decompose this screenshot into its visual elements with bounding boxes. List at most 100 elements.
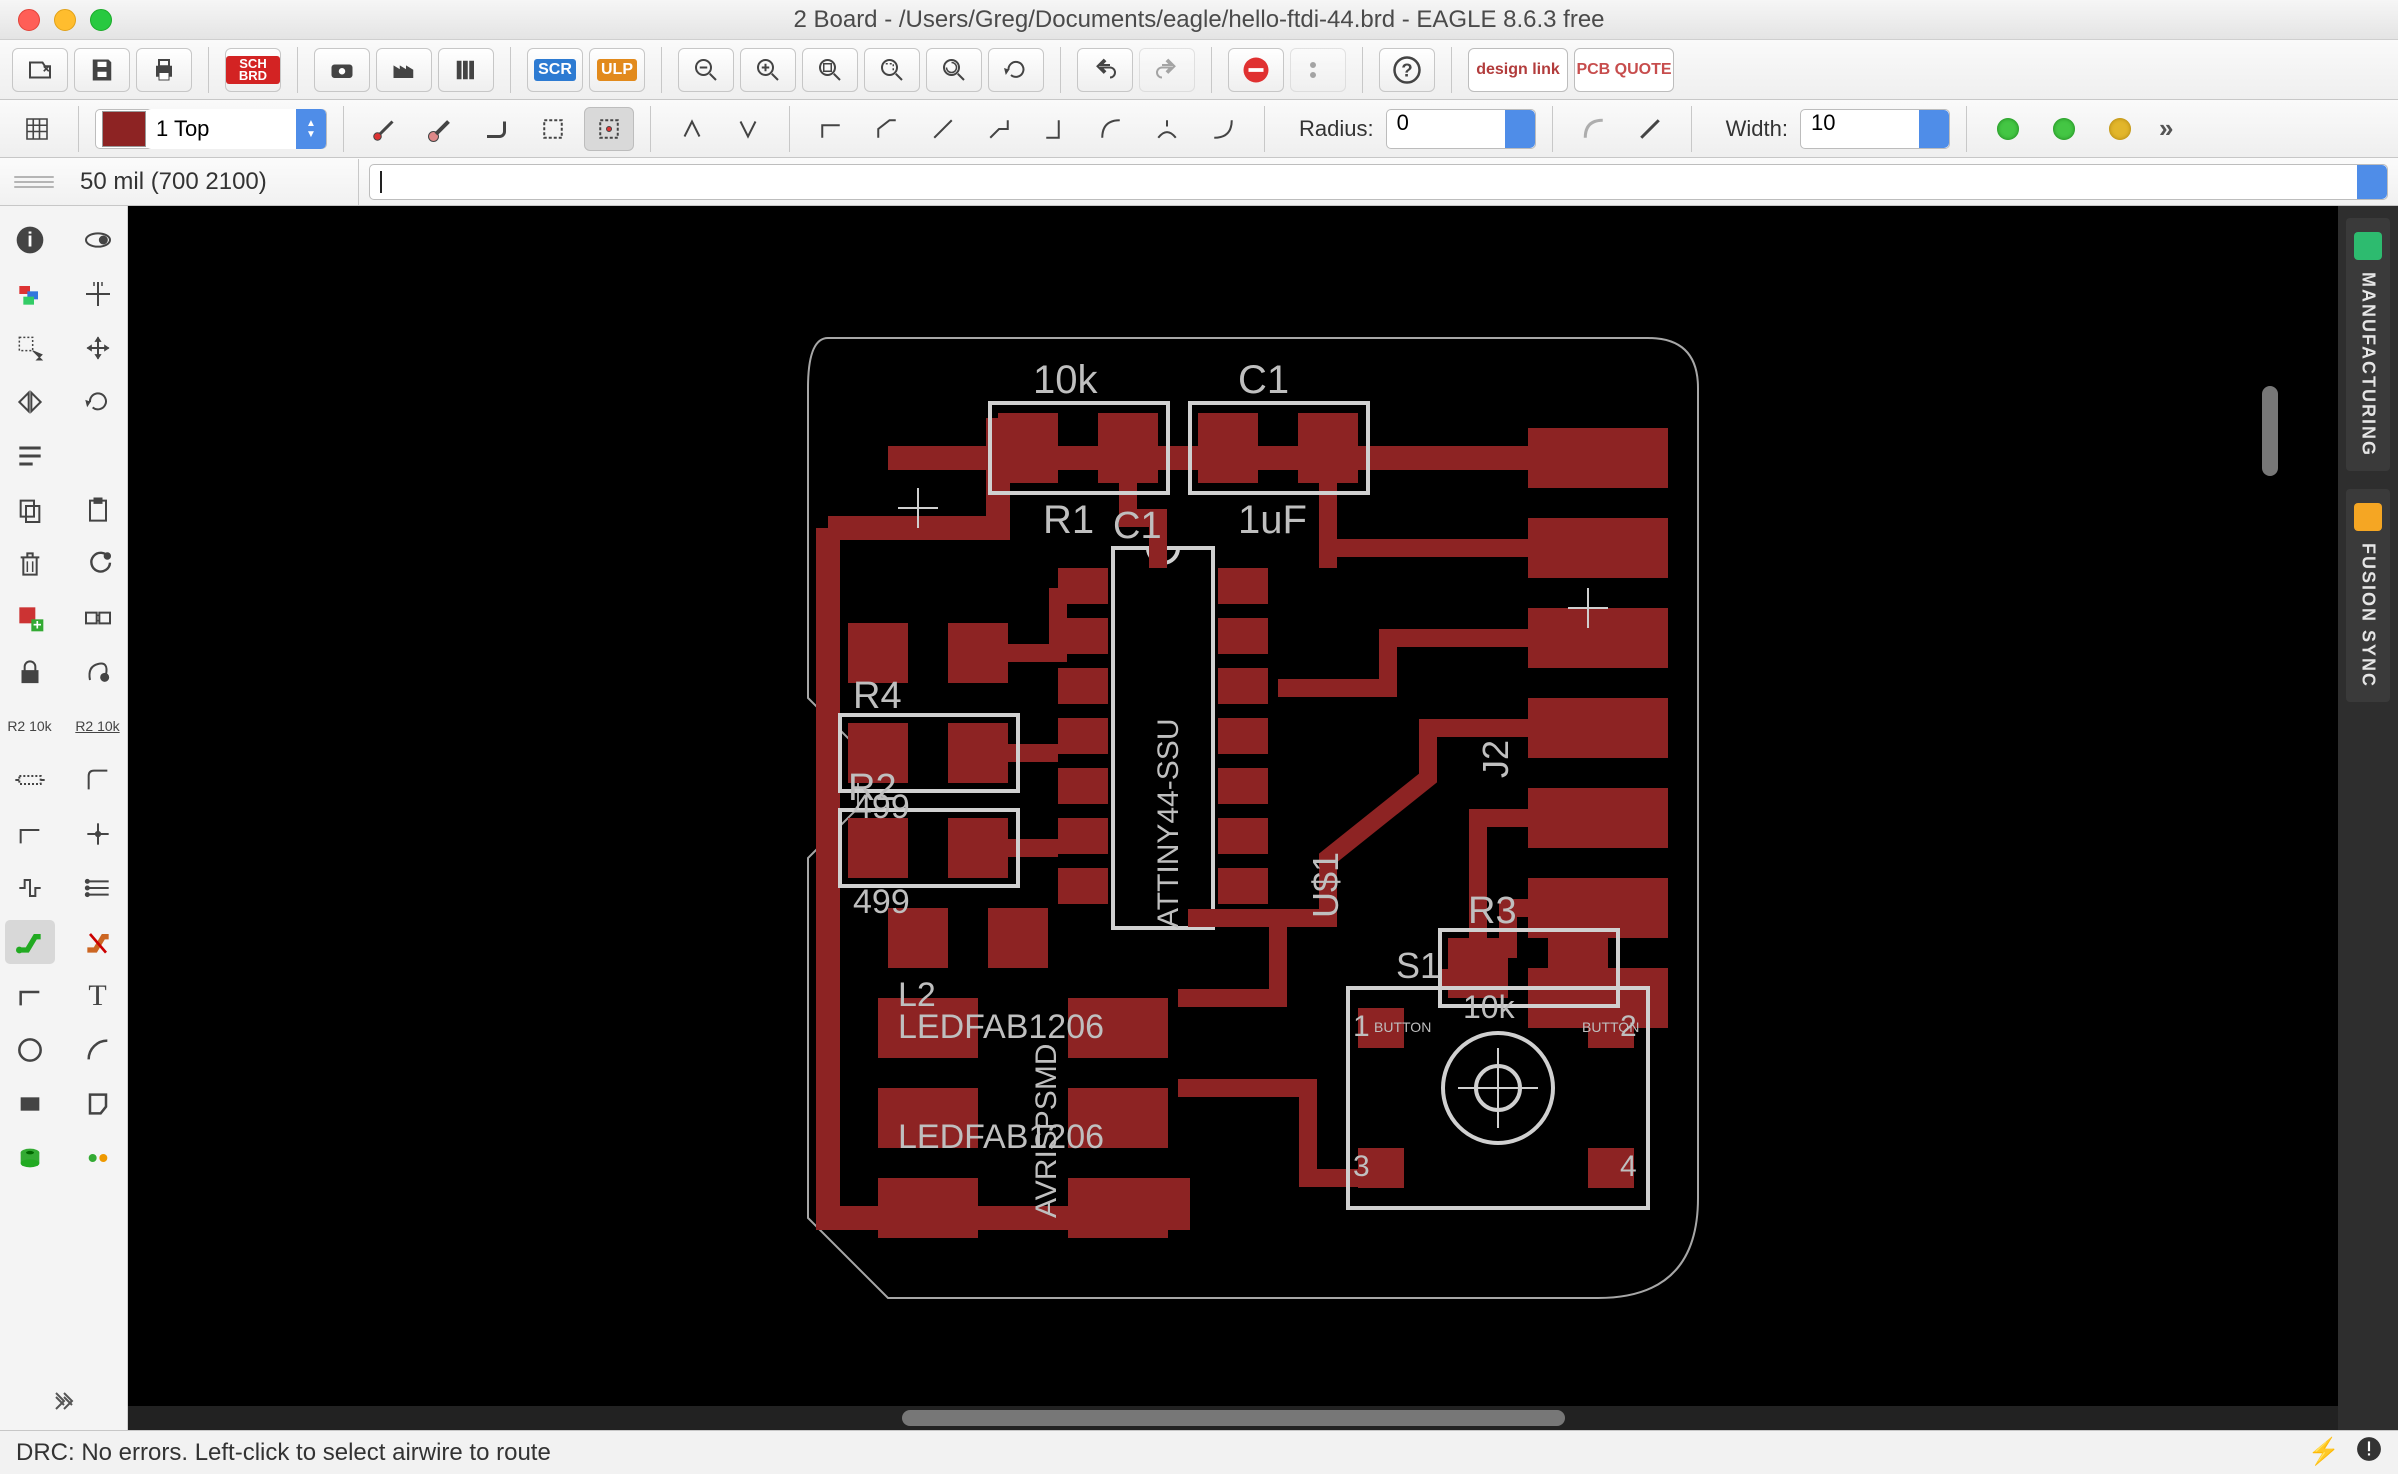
hole-tool[interactable]	[73, 1136, 123, 1180]
optimize-tool[interactable]	[73, 812, 123, 856]
bend-any-button[interactable]	[918, 107, 968, 151]
print-button[interactable]	[136, 48, 192, 92]
manufacture-button[interactable]	[376, 48, 432, 92]
coordinate-readout: 50 mil (700 2100)	[68, 168, 348, 196]
route-style-a-button[interactable]	[667, 107, 717, 151]
display-tool[interactable]	[5, 272, 55, 316]
radius-input[interactable]: 0	[1386, 109, 1536, 149]
dropdown-arrows-icon[interactable]	[1919, 110, 1949, 148]
wire-bend-4-button[interactable]	[584, 107, 634, 151]
alert-icon[interactable]	[2356, 1436, 2382, 1469]
replace-tool[interactable]	[73, 596, 123, 640]
cam-button[interactable]	[314, 48, 370, 92]
miter-tool[interactable]	[73, 758, 123, 802]
scroll-thumb[interactable]	[2262, 386, 2278, 476]
help-button[interactable]: ?	[1379, 48, 1435, 92]
fusion-sync-tab[interactable]: FUSION SYNC	[2346, 489, 2390, 702]
group-tool[interactable]	[5, 434, 55, 478]
refresh-button[interactable]	[988, 48, 1044, 92]
placeholder-tool-a[interactable]	[73, 434, 123, 478]
copy-move-tool[interactable]	[73, 326, 123, 370]
toolbar-grip[interactable]	[0, 176, 68, 188]
circle-tool[interactable]	[5, 1028, 55, 1072]
toolbar-overflow-button[interactable]: »	[2151, 113, 2181, 144]
smash-tool[interactable]	[73, 650, 123, 694]
save-button[interactable]	[74, 48, 130, 92]
bend-45a-button[interactable]	[862, 107, 912, 151]
open-button[interactable]	[12, 48, 68, 92]
dropdown-arrows-icon[interactable]	[1505, 110, 1535, 148]
zoom-out-button[interactable]	[678, 48, 734, 92]
add-tool[interactable]: +	[5, 596, 55, 640]
route-tool[interactable]	[5, 920, 55, 964]
delete-tool[interactable]	[5, 542, 55, 586]
design-link-button[interactable]: design link	[1468, 48, 1568, 92]
zoom-fit-button[interactable]	[802, 48, 858, 92]
bend-90a-button[interactable]	[806, 107, 856, 151]
via-tool[interactable]	[5, 1136, 55, 1180]
signal-tool[interactable]	[5, 866, 55, 910]
zoom-in-button[interactable]	[740, 48, 796, 92]
rotate-tool[interactable]	[73, 380, 123, 424]
name-value-tool-b[interactable]: R2 10k	[73, 704, 123, 748]
vertical-scrollbar[interactable]	[2256, 206, 2278, 1430]
zoom-select-button[interactable]	[864, 48, 920, 92]
route-style-b-button[interactable]	[723, 107, 773, 151]
layer-picker[interactable]: 1 Top ▲▼	[95, 109, 327, 149]
ripup-tool[interactable]	[73, 920, 123, 964]
paste-tool[interactable]	[73, 488, 123, 532]
name-value-tool-a[interactable]: R2 10k	[5, 704, 55, 748]
move-tool[interactable]	[5, 326, 55, 370]
copy-tool[interactable]	[5, 488, 55, 532]
width-input[interactable]: 10	[1800, 109, 1950, 149]
redraw-button[interactable]	[926, 48, 982, 92]
polygon-tool[interactable]	[73, 1082, 123, 1126]
wire-bend-3-button[interactable]	[528, 107, 578, 151]
mirror-tool[interactable]	[5, 380, 55, 424]
miter-round-button[interactable]	[1569, 107, 1619, 151]
info-tool[interactable]: i	[5, 218, 55, 262]
attribute-tool[interactable]	[73, 866, 123, 910]
wire-bend-0-button[interactable]	[360, 107, 410, 151]
command-bar: 50 mil (700 2100)	[0, 158, 2398, 206]
horizontal-scrollbar[interactable]	[128, 1406, 2338, 1430]
bend-90b-button[interactable]	[1030, 107, 1080, 151]
window-titlebar: 2 Board - /Users/Greg/Documents/eagle/he…	[0, 0, 2398, 40]
bend-arc-a-button[interactable]	[1086, 107, 1136, 151]
wire-bend-2-button[interactable]	[472, 107, 522, 151]
pcb-quote-button[interactable]: PCB QUOTE	[1574, 48, 1674, 92]
palette-collapse-button[interactable]	[50, 1390, 78, 1418]
lock-tool[interactable]	[5, 650, 55, 694]
board-canvas[interactable]: 10k C1 R1 C1 1uF R4 499 R2 499 R3 10k LE…	[128, 206, 2338, 1430]
bend-arc-c-button[interactable]	[1198, 107, 1248, 151]
redo-button[interactable]	[1139, 48, 1195, 92]
grid-button[interactable]	[12, 107, 62, 151]
switch-sch-brd-button[interactable]: SCH BRD	[225, 48, 281, 92]
scr-button[interactable]: SCR	[527, 48, 583, 92]
arc-tool[interactable]	[73, 1028, 123, 1072]
pinswap-tool[interactable]	[5, 758, 55, 802]
bend-arc-b-button[interactable]	[1142, 107, 1192, 151]
svg-text:L2: L2	[898, 976, 936, 1014]
miter-straight-button[interactable]	[1625, 107, 1675, 151]
dropdown-arrows-icon[interactable]	[2357, 165, 2387, 199]
bend-45b-button[interactable]	[974, 107, 1024, 151]
text-tool[interactable]: T	[73, 974, 123, 1018]
dropdown-arrows-icon[interactable]: ▲▼	[296, 109, 326, 149]
wire-bend-1-button[interactable]	[416, 107, 466, 151]
mark-tool[interactable]	[73, 272, 123, 316]
command-input[interactable]	[369, 164, 2388, 200]
show-tool[interactable]	[73, 218, 123, 262]
bolt-icon[interactable]: ⚡	[2308, 1436, 2340, 1469]
rect-tool[interactable]	[5, 1082, 55, 1126]
undo-button[interactable]	[1077, 48, 1133, 92]
scroll-thumb[interactable]	[902, 1410, 1565, 1426]
library-button[interactable]	[438, 48, 494, 92]
split-tool[interactable]	[5, 812, 55, 856]
change-tool[interactable]	[73, 542, 123, 586]
stop-button[interactable]	[1228, 48, 1284, 92]
manufacturing-tab[interactable]: MANUFACTURING	[2346, 218, 2390, 471]
wire-tool[interactable]	[5, 974, 55, 1018]
go-button[interactable]	[1290, 48, 1346, 92]
ulp-button[interactable]: ULP	[589, 48, 645, 92]
